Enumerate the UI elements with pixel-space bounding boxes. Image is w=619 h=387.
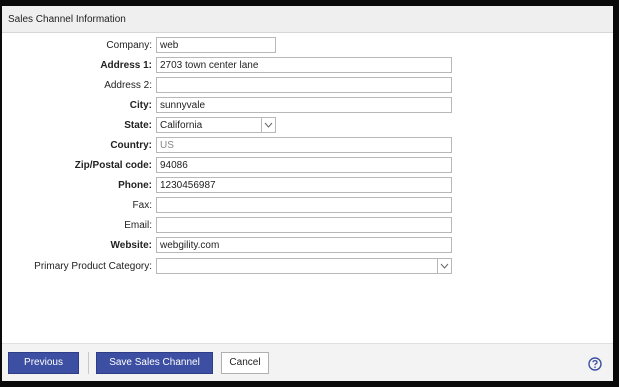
dialog-title: Sales Channel Information <box>8 14 126 25</box>
state-row: State: California <box>2 117 613 135</box>
address1-row: Address 1: 2703 town center lane <box>2 57 613 75</box>
fax-label: Fax: <box>132 200 152 211</box>
fax-input[interactable] <box>156 197 452 213</box>
website-row: Website: webgility.com <box>2 237 613 255</box>
city-row: City: sunnyvale <box>2 97 613 115</box>
country-row: Country: US <box>2 137 613 155</box>
cancel-button[interactable]: Cancel <box>221 352 269 374</box>
address1-label: Address 1: <box>100 60 152 71</box>
zip-input[interactable]: 94086 <box>156 157 452 173</box>
state-select[interactable]: California <box>156 117 276 133</box>
website-label: Website: <box>110 240 153 251</box>
chevron-down-icon[interactable] <box>437 259 451 273</box>
zip-row: Zip/Postal code: 94086 <box>2 157 613 175</box>
country-label: Country: <box>110 140 152 151</box>
help-circle-icon[interactable] <box>588 357 602 371</box>
email-input[interactable] <box>156 217 452 233</box>
zip-label: Zip/Postal code: <box>74 160 152 171</box>
dialog-footer: Previous Save Sales Channel Cancel <box>2 343 613 381</box>
address2-row: Address 2: <box>2 77 613 95</box>
fax-row: Fax: <box>2 197 613 215</box>
company-input[interactable]: web <box>156 37 276 53</box>
phone-row: Phone: 1230456987 <box>2 177 613 195</box>
company-label: Company: <box>106 40 152 51</box>
category-row: Primary Product Category: <box>2 258 613 276</box>
address1-input[interactable]: 2703 town center lane <box>156 57 452 73</box>
sales-channel-dialog: Sales Channel Information Company: web A… <box>2 6 613 381</box>
chevron-down-icon[interactable] <box>261 118 275 132</box>
previous-button[interactable]: Previous <box>8 352 79 374</box>
footer-divider <box>88 352 89 374</box>
country-input[interactable]: US <box>156 137 452 153</box>
city-input[interactable]: sunnyvale <box>156 97 452 113</box>
save-sales-channel-button[interactable]: Save Sales Channel <box>96 352 213 374</box>
email-label: Email: <box>124 220 152 231</box>
state-label: State: <box>124 120 152 131</box>
website-input[interactable]: webgility.com <box>156 237 452 253</box>
company-row: Company: web <box>2 37 613 55</box>
state-select-value: California <box>160 120 203 131</box>
city-label: City: <box>129 100 152 111</box>
phone-label: Phone: <box>118 180 152 191</box>
address2-input[interactable] <box>156 77 452 93</box>
dialog-header: Sales Channel Information <box>2 6 613 33</box>
category-select[interactable] <box>156 258 452 274</box>
category-label: Primary Product Category: <box>34 261 152 272</box>
address2-label: Address 2: <box>104 80 152 91</box>
email-row: Email: <box>2 217 613 235</box>
phone-input[interactable]: 1230456987 <box>156 177 452 193</box>
